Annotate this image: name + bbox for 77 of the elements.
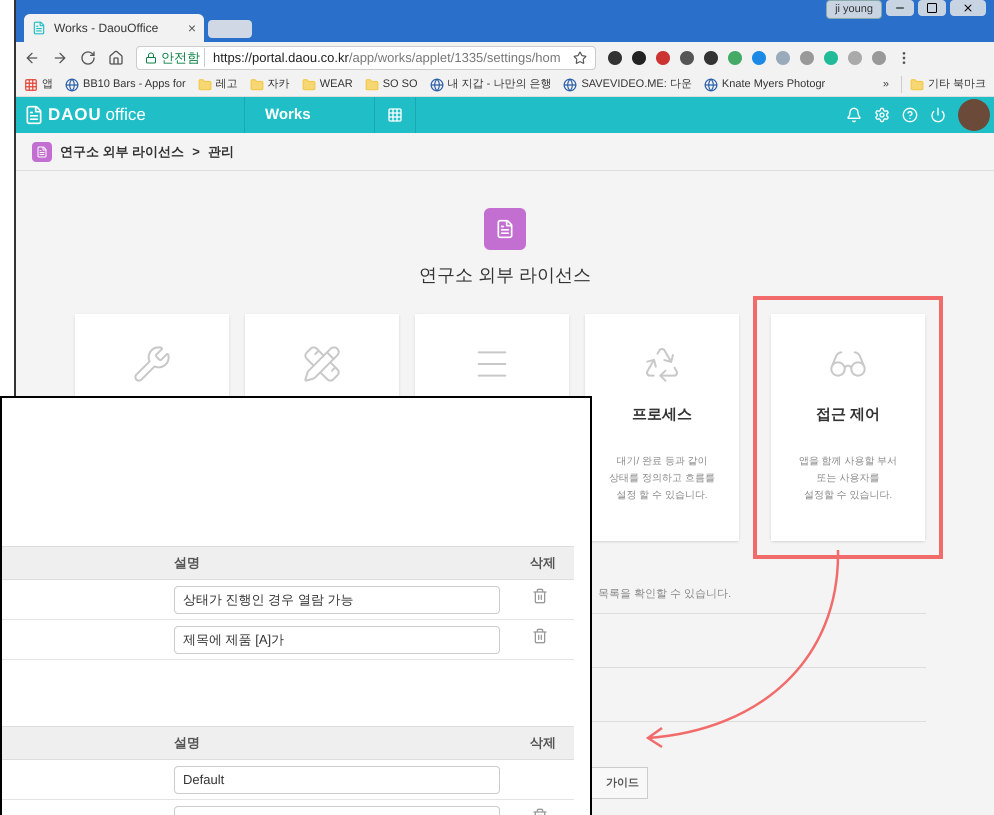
column-header: 삭제: [530, 554, 556, 572]
breadcrumb-link[interactable]: 연구소 외부 라이선스: [60, 142, 184, 162]
logo-icon: [24, 105, 44, 125]
folder-icon: [302, 78, 316, 92]
bookmark-star-icon[interactable]: [573, 50, 587, 64]
tab-close-button[interactable]: ×: [188, 18, 196, 38]
bookmark-item[interactable]: SAVEVIDEO.ME: 다운: [563, 76, 692, 93]
wrench-icon: [132, 344, 172, 384]
lock-icon: [145, 52, 157, 64]
delete-icon[interactable]: [532, 588, 548, 604]
extension-icon[interactable]: [680, 50, 694, 64]
power-icon[interactable]: [930, 107, 946, 123]
folder-icon: [364, 78, 379, 92]
logo-suffix: office: [105, 104, 146, 126]
description-field[interactable]: 상태가 진행인 경우 열람 가능: [174, 586, 500, 614]
settings-icon[interactable]: [874, 107, 890, 123]
apps-icon: [24, 78, 38, 92]
bookmark-item[interactable]: BB10 Bars - Apps for: [65, 76, 186, 93]
bookmark-item[interactable]: WEAR: [302, 76, 353, 93]
description-field[interactable]: 제목에 제품 [A]가: [174, 626, 500, 654]
close-button[interactable]: [950, 0, 986, 16]
close-icon: [962, 2, 974, 14]
card-title: 접근 제어: [816, 405, 880, 425]
address-field[interactable]: 안전함 https://portal.daou.co.kr/app/works/applet/1335/settings/hom: [136, 46, 596, 70]
folder-icon: [910, 78, 924, 92]
reload-button[interactable]: [80, 50, 96, 66]
app-title: 연구소 외부 라이선스: [418, 264, 591, 287]
site-icon: [563, 78, 578, 92]
site-icon: [65, 78, 79, 92]
app-icon: [32, 142, 52, 162]
other-bookmarks-folder[interactable]: 기타 북마크: [900, 76, 986, 93]
avatar[interactable]: [958, 99, 990, 131]
security-label: 안전함: [161, 48, 205, 68]
site-icon: [704, 78, 718, 92]
card-description: 대기/ 완료 등과 같이 상태를 정의하고 흐름를 설정 할 수 있습니다.: [609, 454, 715, 502]
tab-title: Works - DaouOffice: [54, 20, 160, 37]
bookmark-item[interactable]: 자카: [250, 76, 290, 93]
grid-icon: [387, 107, 403, 123]
settings-card[interactable]: 프로세스 대기/ 완료 등과 같이 상태를 정의하고 흐름를 설정 할 수 있습니다.: [585, 314, 739, 541]
profile-button[interactable]: ji young: [826, 0, 882, 18]
browser-tab[interactable]: Works - DaouOffice ×: [24, 14, 204, 42]
breadcrumb-current: 관리: [208, 142, 234, 161]
back-button[interactable]: [24, 50, 40, 66]
help-icon[interactable]: [902, 107, 918, 123]
card-description: 앱을 함께 사용할 부서 또는 사용자를 설정할 수 있습니다.: [798, 454, 898, 502]
app-large-icon: [484, 208, 526, 250]
site-icon: [32, 21, 46, 35]
maximize-button[interactable]: [918, 0, 946, 16]
description-field[interactable]: Default: [174, 766, 500, 794]
bookmark-item[interactable]: 레고: [198, 76, 238, 93]
card-title: 프로세스: [632, 405, 692, 425]
bookmark-item[interactable]: 내 지갑 - 나만의 은행: [430, 76, 552, 93]
folder-icon: [250, 78, 264, 92]
more-bookmarks-button[interactable]: »: [882, 76, 889, 93]
site-icon: [430, 78, 444, 92]
column-header: 설명: [174, 734, 200, 752]
folder-icon: [198, 78, 212, 92]
bookmark-item[interactable]: Knate Myers Photogr: [704, 76, 826, 93]
extension-icon[interactable]: [632, 50, 646, 64]
list-note: 목록을 확인할 수 있습니다.: [598, 588, 732, 600]
apps-menu-button[interactable]: [374, 97, 416, 133]
extension-icon[interactable]: [704, 50, 718, 64]
logo-text: DAOU: [48, 104, 102, 126]
extension-icon[interactable]: [608, 50, 622, 64]
bookmark-item[interactable]: 앱: [24, 76, 53, 93]
forward-button[interactable]: [52, 50, 68, 66]
delete-icon[interactable]: [532, 628, 548, 644]
column-header: 삭제: [530, 734, 556, 752]
pencil-ruler-icon: [302, 344, 342, 384]
column-header: 설명: [174, 554, 200, 572]
maximize-icon: [926, 2, 938, 14]
bookmark-item[interactable]: SO SO: [364, 76, 418, 93]
home-button[interactable]: [108, 50, 124, 66]
url-text: https://portal.daou.co.kr/app/works/applet/1335/settings/hom: [212, 48, 561, 67]
notification-icon[interactable]: [846, 107, 862, 123]
settings-card[interactable]: 접근 제어 앱을 함께 사용할 부서 또는 사용자를 설정할 수 있습니다.: [771, 314, 925, 541]
breadcrumb-separator: >: [192, 142, 200, 161]
